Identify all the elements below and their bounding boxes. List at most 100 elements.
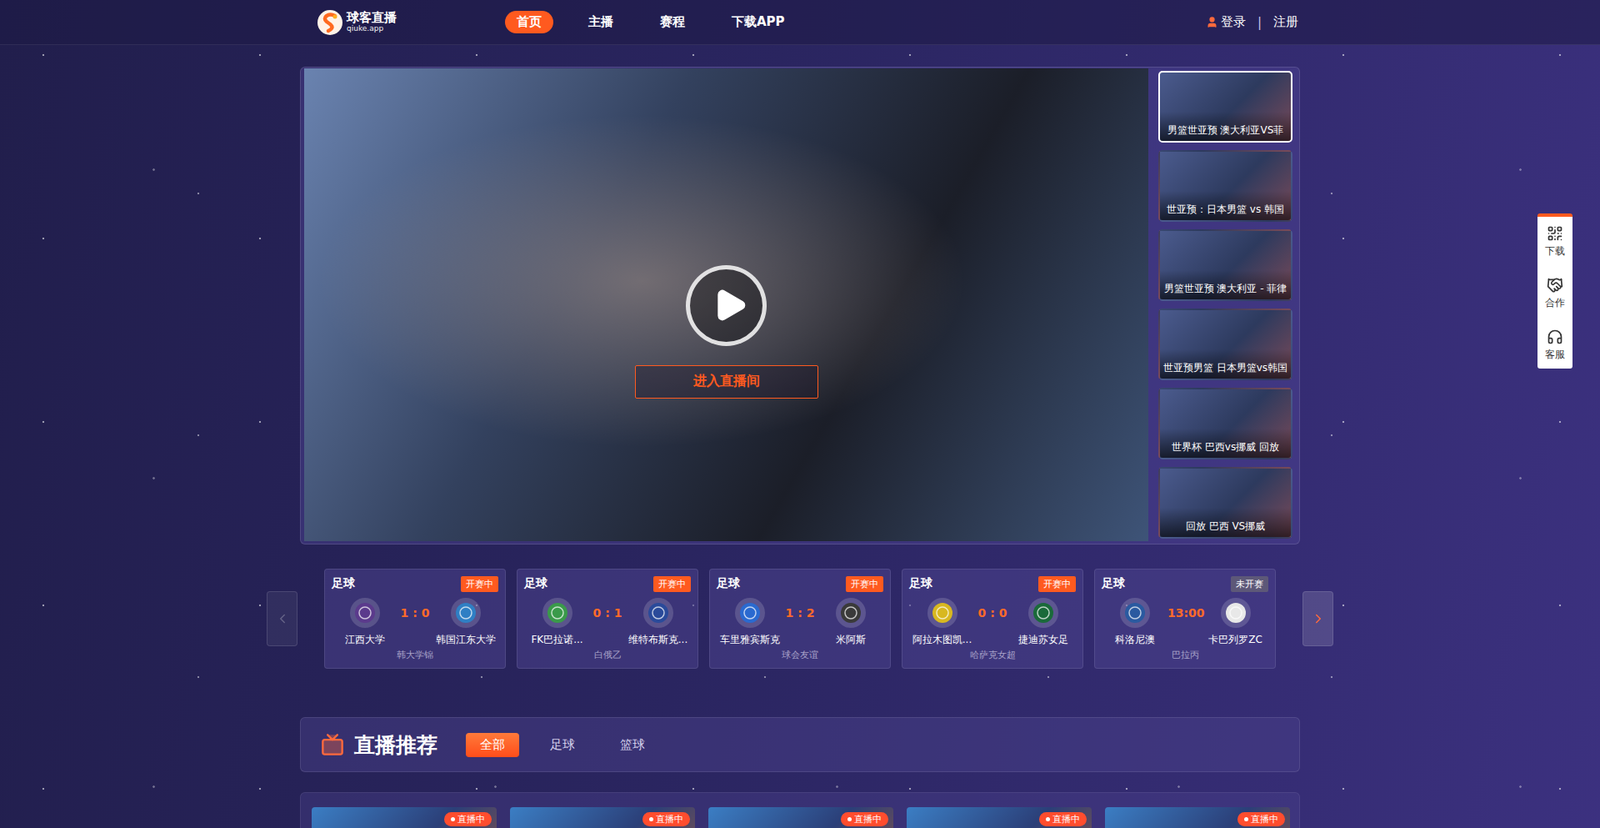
nav-item[interactable]: 首页 — [505, 10, 554, 34]
side-stream-title: 世亚预：日本男篮 vs 韩国 — [1160, 190, 1291, 220]
nav-item[interactable]: 下载APP — [720, 10, 797, 34]
team-name: 韩国江东大学 — [435, 632, 496, 647]
tv-icon — [320, 732, 345, 756]
live-card[interactable]: 直播中 — [1105, 806, 1290, 828]
divider: | — [1257, 15, 1262, 30]
score: 0 : 1 — [590, 597, 625, 620]
match-card[interactable]: 足球开赛中车里雅宾斯克1 : 2米阿斯球会友谊 — [709, 568, 891, 669]
account: 登录 | 注册 — [1205, 14, 1299, 30]
video-player[interactable]: 进入直播间 — [304, 68, 1149, 541]
side-stream-item[interactable]: 世界杯 巴西vs挪威 回放 — [1158, 387, 1293, 460]
match-strip: 足球开赛中江西大学1 : 0韩国江东大学韩大学锦足球开赛中FK巴拉诺...0 :… — [266, 568, 1334, 669]
side-stream-item[interactable]: 世亚预男篮 日本男篮vs韩国 — [1158, 308, 1293, 380]
login-link[interactable]: 登录 — [1205, 14, 1246, 30]
team-logo — [1120, 597, 1150, 628]
score: 13:00 — [1167, 597, 1203, 620]
match-card[interactable]: 足球未开赛科洛尼澳13:00卡巴列罗ZC巴拉丙 — [1094, 568, 1276, 669]
home-team: 江西大学 — [331, 597, 398, 647]
side-stream-item[interactable]: 回放 巴西 VS挪威 — [1158, 466, 1293, 539]
chevron-left-icon — [275, 610, 290, 626]
match-card-top: 足球 未开赛 — [1101, 572, 1269, 595]
away-team: 捷迪苏女足 — [1010, 597, 1076, 647]
live-card[interactable]: 直播中 — [311, 806, 497, 828]
team-logo — [835, 597, 866, 628]
register-link[interactable]: 注册 — [1273, 14, 1299, 30]
next-button[interactable] — [1302, 590, 1334, 646]
side-stream-item[interactable]: 男篮世亚预 澳大利亚 - 菲律 — [1158, 229, 1293, 301]
team-logo — [643, 597, 674, 628]
away-team: 韩国江东大学 — [432, 597, 499, 647]
main-nav: 首页主播赛程下载APP — [505, 10, 797, 34]
sport-label: 足球 — [1101, 575, 1125, 591]
match-card[interactable]: 足球开赛中FK巴拉诺...0 : 1维特布斯克...白俄乙 — [516, 568, 699, 669]
float-menu-item[interactable]: 合作 — [1545, 276, 1565, 310]
chevron-right-icon — [1310, 610, 1326, 626]
match-card[interactable]: 足球 开赛中江西大学 1 : 0韩国江东大学韩大学锦 — [324, 568, 506, 669]
live-card[interactable]: 直播中 — [708, 806, 894, 828]
team-crest-icon — [455, 601, 477, 624]
play-button[interactable] — [685, 265, 767, 346]
status-badge: 未开赛 — [1230, 575, 1269, 592]
teams: 江西大学 1 : 0韩国江东大学 — [331, 597, 499, 647]
team-logo — [450, 597, 481, 628]
nav-item[interactable]: 赛程 — [648, 10, 697, 34]
status-badge: 开赛中 — [460, 575, 499, 592]
side-stream-title: 回放 巴西 VS挪威 — [1160, 507, 1291, 537]
match-card[interactable]: 足球开赛中阿拉木图凯...0 : 0捷迪苏女足哈萨克女超 — [901, 568, 1084, 669]
section-title: 直播推荐 — [354, 730, 438, 759]
live-badge: 直播中 — [642, 811, 690, 826]
sport-label: 足球 — [909, 575, 933, 591]
live-card[interactable]: 直播中 — [510, 806, 695, 828]
team-crest-icon — [647, 601, 670, 624]
match-card-top: 足球 开赛中 — [331, 572, 499, 595]
live-card[interactable]: 直播中 — [906, 806, 1092, 828]
status-badge: 开赛中 — [845, 575, 884, 592]
team-name: 米阿斯 — [835, 632, 866, 647]
team-crest-icon — [931, 601, 954, 624]
tab[interactable]: 篮球 — [605, 732, 660, 757]
team-crest-icon — [840, 601, 862, 624]
team-logo — [1220, 597, 1251, 628]
team-logo — [350, 597, 380, 628]
logo[interactable]: 球客直播qiuke.app — [316, 9, 397, 36]
team-crest-icon — [739, 601, 761, 624]
float-menu: 下载合作客服 — [1537, 213, 1573, 369]
nav-item[interactable]: 主播 — [576, 10, 625, 34]
float-menu-item[interactable]: 下载 — [1545, 225, 1565, 259]
teams: 科洛尼澳13:00卡巴列罗ZC — [1101, 597, 1269, 647]
logo-text: 球客直播qiuke.app — [346, 10, 397, 33]
sport-label: 足球 — [331, 575, 355, 591]
team-logo — [735, 597, 765, 628]
side-stream-item[interactable]: 男篮世亚预 澳大利亚VS菲 — [1158, 70, 1293, 143]
live-badge: 直播中 — [840, 811, 889, 826]
prev-button[interactable] — [266, 590, 298, 646]
league: 球会友谊 — [716, 648, 884, 661]
live-badge: 直播中 — [444, 811, 492, 826]
logo-icon — [316, 9, 344, 36]
team-name: 科洛尼澳 — [1115, 632, 1155, 647]
float-menu-item[interactable]: 客服 — [1545, 328, 1565, 362]
header-inner: 球客直播qiuke.app 首页主播赛程下载APP 登录 | 注册 — [300, 0, 1300, 45]
match-card-top: 足球开赛中 — [716, 572, 884, 595]
teams: 阿拉木图凯...0 : 0捷迪苏女足 — [909, 597, 1076, 647]
tab[interactable]: 足球 — [535, 732, 590, 757]
enter-room-button[interactable]: 进入直播间 — [635, 365, 819, 399]
play-icon — [711, 286, 749, 324]
team-crest-icon — [354, 601, 376, 624]
match-viewport: 足球开赛中江西大学1 : 0韩国江东大学韩大学锦足球开赛中FK巴拉诺...0 :… — [324, 568, 1276, 669]
match-card-top: 足球开赛中 — [524, 572, 691, 595]
league: 韩大学锦 — [331, 648, 499, 661]
team-name: 维特布斯克... — [628, 632, 688, 647]
team-crest-icon — [1124, 601, 1146, 624]
player-panel: 进入直播间男篮世亚预 澳大利亚VS菲世亚预：日本男篮 vs 韩国男篮世亚预 澳大… — [300, 66, 1300, 545]
team-name: 阿拉木图凯... — [912, 632, 972, 647]
match-card-top: 足球开赛中 — [909, 572, 1076, 595]
side-stream-list: 男篮世亚预 澳大利亚VS菲世亚预：日本男篮 vs 韩国男篮世亚预 澳大利亚 - … — [1158, 68, 1293, 541]
score: 1 : 0 — [397, 597, 433, 620]
team-logo — [542, 597, 573, 628]
home-team: 阿拉木图凯... — [909, 597, 975, 647]
team-name: 江西大学 — [345, 632, 385, 647]
tab[interactable]: 全部 — [465, 732, 520, 757]
team-name: FK巴拉诺... — [530, 632, 583, 647]
side-stream-item[interactable]: 世亚预：日本男篮 vs 韩国 — [1158, 150, 1293, 222]
